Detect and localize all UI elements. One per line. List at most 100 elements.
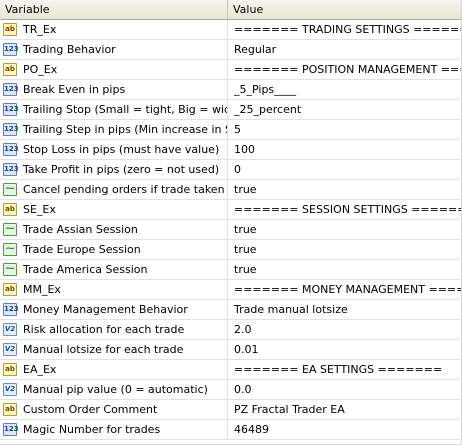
double-type-icon: V2 (3, 323, 17, 336)
value-cell[interactable]: 2.0 (228, 320, 461, 339)
table-row[interactable]: ⁓ Cancel pending orders if trade taken tru… (0, 180, 461, 200)
boolean-type-icon: ⁓ (3, 243, 17, 256)
variable-name: Trading Behavior (23, 43, 116, 56)
variable-name: Trade America Session (23, 263, 148, 276)
table-row[interactable]: V2 Risk allocation for each trade 2.0 (0, 320, 461, 340)
table-row[interactable]: ab MM_Ex ======= MONEY MANAGEMENT ======= (0, 280, 461, 300)
integer-type-icon: 123 (3, 103, 19, 116)
boolean-type-icon: ⁓ (3, 223, 17, 236)
table-row[interactable]: ab TR_Ex ======= TRADING SETTINGS ======= (0, 20, 461, 40)
value-cell[interactable]: _25_percent (228, 100, 461, 119)
variable-cell: ab Custom Order Comment (0, 400, 228, 419)
variable-name: Trade Assian Session (23, 223, 138, 236)
value-cell[interactable]: 0.0 (228, 380, 461, 399)
variable-cell: 123 Magic Number for trades (0, 420, 228, 439)
variable-name: Custom Order Comment (23, 403, 158, 416)
variable-name: MM_Ex (23, 283, 61, 296)
variable-name: Take Profit in pips (zero = not used) (23, 163, 220, 176)
table-row[interactable]: ab Custom Order Comment PZ Fractal Trader … (0, 400, 461, 420)
variable-cell: 123 Take Profit in pips (zero = not used) (0, 160, 228, 179)
value-cell[interactable]: true (228, 180, 461, 199)
variable-name: Trade Europe Session (23, 243, 141, 256)
variable-cell: ⁓ Cancel pending orders if trade taken (0, 180, 228, 199)
boolean-type-icon: ⁓ (3, 183, 17, 196)
variable-cell: 123 Trailing Stop (Small = tight, Big = w… (0, 100, 228, 119)
value-cell[interactable]: true (228, 240, 461, 259)
value-cell[interactable]: _5_Pips____ (228, 80, 461, 99)
table-row[interactable]: ⁓ Trade Europe Session true (0, 240, 461, 260)
grid-header: Variable Value (0, 0, 461, 20)
double-type-icon: V2 (3, 343, 17, 356)
value-cell[interactable]: ======= SESSION SETTINGS ======= (228, 200, 461, 219)
variable-cell: ab MM_Ex (0, 280, 228, 299)
variable-name: Stop Loss in pips (must have value) (23, 143, 220, 156)
table-row[interactable]: ⁓ Trade Assian Session true (0, 220, 461, 240)
table-row[interactable]: ab EA_Ex ======= EA SETTINGS ======= (0, 360, 461, 380)
variable-cell: 123 Trailing Step in pips (Min increase i… (0, 120, 228, 139)
table-row[interactable]: 123 Trading Behavior Regular (0, 40, 461, 60)
column-header-value[interactable]: Value (228, 0, 461, 19)
value-cell[interactable]: ======= TRADING SETTINGS ======= (228, 20, 461, 39)
table-row[interactable]: 123 Stop Loss in pips (must have value) 10… (0, 140, 461, 160)
grid-rows: ab TR_Ex ======= TRADING SETTINGS ======= 1… (0, 20, 461, 440)
variable-cell: ⁓ Trade America Session (0, 260, 228, 279)
table-row[interactable]: ⁓ Trade America Session true (0, 260, 461, 280)
variable-name: Trailing Step in pips (Min increase in S… (23, 123, 228, 136)
variable-cell: ab SE_Ex (0, 200, 228, 219)
value-cell[interactable]: Regular (228, 40, 461, 59)
variable-name: PO_Ex (23, 63, 58, 76)
variable-name: EA_Ex (23, 363, 57, 376)
table-row[interactable]: 123 Trailing Stop (Small = tight, Big = w… (0, 100, 461, 120)
table-row[interactable]: V2 Manual pip value (0 = automatic) 0.0 (0, 380, 461, 400)
integer-type-icon: 123 (3, 163, 19, 176)
integer-type-icon: 123 (3, 143, 19, 156)
column-header-variable[interactable]: Variable (0, 0, 228, 19)
integer-type-icon: 123 (3, 43, 19, 56)
value-cell[interactable]: 5 (228, 120, 461, 139)
string-type-icon: ab (3, 63, 17, 76)
variable-cell: ab EA_Ex (0, 360, 228, 379)
table-row[interactable]: V2 Manual lotsize for each trade 0.01 (0, 340, 461, 360)
variable-name: SE_Ex (23, 203, 56, 216)
integer-type-icon: 123 (3, 303, 19, 316)
value-cell[interactable]: PZ Fractal Trader EA (228, 400, 461, 419)
variable-cell: ab PO_Ex (0, 60, 228, 79)
value-cell[interactable]: 46489 (228, 420, 461, 439)
value-cell[interactable]: ======= EA SETTINGS ======= (228, 360, 461, 379)
value-cell[interactable]: 0.01 (228, 340, 461, 359)
value-cell[interactable]: true (228, 220, 461, 239)
variable-name: Manual lotsize for each trade (23, 343, 184, 356)
table-row[interactable]: 123 Break Even in pips _5_Pips____ (0, 80, 461, 100)
table-row[interactable]: 123 Money Management Behavior Trade manual… (0, 300, 461, 320)
integer-type-icon: 123 (3, 83, 19, 96)
variable-name: Manual pip value (0 = automatic) (23, 383, 208, 396)
table-row[interactable]: 123 Take Profit in pips (zero = not used)… (0, 160, 461, 180)
table-row[interactable]: 123 Magic Number for trades 46489 (0, 420, 461, 440)
variable-name: Cancel pending orders if trade taken (23, 183, 225, 196)
integer-type-icon: 123 (3, 123, 19, 136)
variable-cell: ⁓ Trade Assian Session (0, 220, 228, 239)
variable-cell: 123 Money Management Behavior (0, 300, 228, 319)
value-cell[interactable]: true (228, 260, 461, 279)
table-row[interactable]: 123 Trailing Step in pips (Min increase i… (0, 120, 461, 140)
string-type-icon: ab (3, 403, 17, 416)
value-cell[interactable]: ======= MONEY MANAGEMENT ======= (228, 280, 461, 299)
value-cell[interactable]: 100 (228, 140, 461, 159)
variable-cell: 123 Stop Loss in pips (must have value) (0, 140, 228, 159)
string-type-icon: ab (3, 23, 17, 36)
value-cell[interactable]: Trade manual lotsize (228, 300, 461, 319)
variable-name: Risk allocation for each trade (23, 323, 185, 336)
variable-name: Trailing Stop (Small = tight, Big = wide… (23, 103, 228, 116)
value-cell[interactable]: ======= POSITION MANAGEMENT ======= (228, 60, 461, 79)
variable-name: Magic Number for trades (23, 423, 161, 436)
table-row[interactable]: ab SE_Ex ======= SESSION SETTINGS ======= (0, 200, 461, 220)
table-row[interactable]: ab PO_Ex ======= POSITION MANAGEMENT =====… (0, 60, 461, 80)
variable-cell: V2 Manual lotsize for each trade (0, 340, 228, 359)
value-cell[interactable]: 0 (228, 160, 461, 179)
variable-name: TR_Ex (23, 23, 57, 36)
integer-type-icon: 123 (3, 423, 19, 436)
variable-cell: 123 Break Even in pips (0, 80, 228, 99)
variable-name: Money Management Behavior (23, 303, 188, 316)
inputs-grid: Variable Value ab TR_Ex ======= TRADING SE… (0, 0, 462, 445)
string-type-icon: ab (3, 363, 17, 376)
